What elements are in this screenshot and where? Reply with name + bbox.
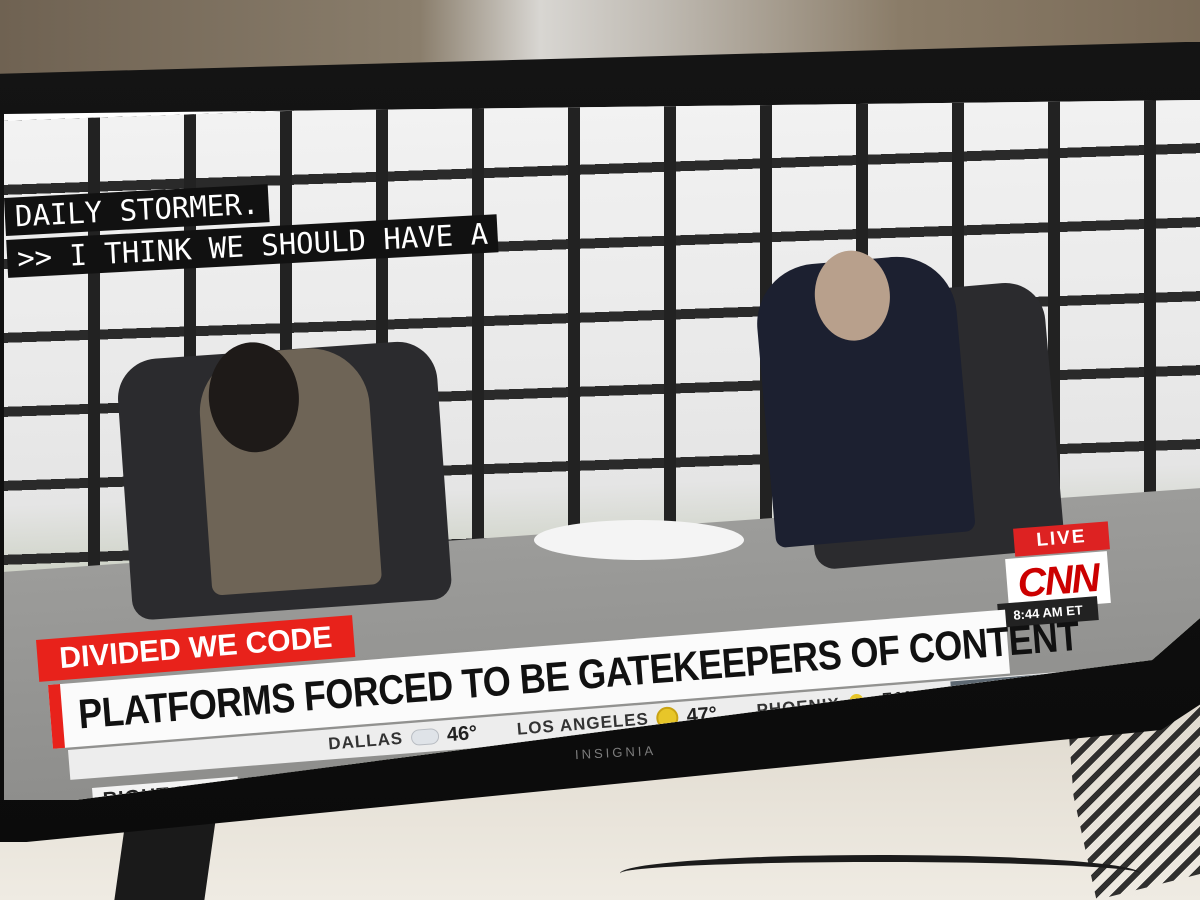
power-cable [620, 855, 1140, 892]
weather-city: DALLAS [327, 728, 404, 754]
tv-stand [114, 820, 216, 900]
weather-temp: 46° [446, 721, 478, 746]
cloud-icon [410, 727, 440, 747]
